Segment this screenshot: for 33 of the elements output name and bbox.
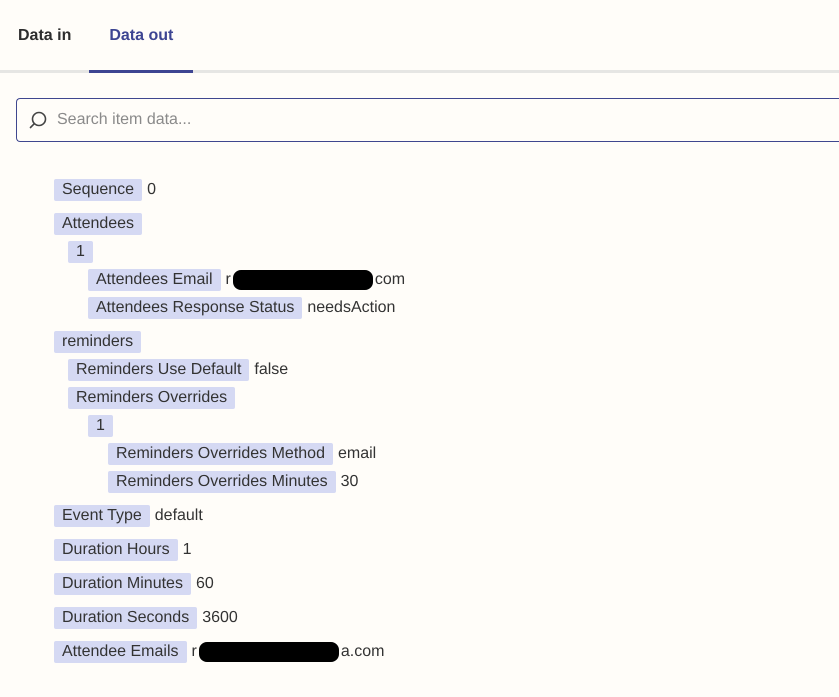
key-label: Duration Minutes	[54, 573, 191, 595]
value-text: a.com	[340, 642, 384, 662]
value-text: 1	[182, 540, 192, 560]
key-label: Reminders Use Default	[68, 359, 250, 381]
key-label: Duration Hours	[54, 539, 178, 561]
key-label: Attendees Response Status	[88, 297, 302, 319]
key-label: Event Type	[54, 505, 150, 527]
value-text: false	[254, 360, 288, 380]
value-text: 60	[196, 574, 214, 594]
value-text: r	[226, 270, 231, 290]
key-label: Reminders Overrides Method	[108, 443, 333, 465]
value-text: 0	[147, 180, 156, 200]
key-label: Attendees Email	[88, 269, 221, 291]
tab[interactable]: Data in	[0, 0, 90, 73]
value-text: com	[374, 270, 406, 290]
key-label: Attendees	[54, 213, 142, 235]
key-label: Attendee Emails	[54, 641, 187, 663]
value-text: needsAction	[307, 298, 396, 318]
tab[interactable]: Data out	[89, 0, 194, 73]
key-label: 1	[88, 415, 113, 437]
key-label: Reminders Overrides	[68, 387, 236, 409]
value-text: default	[154, 506, 203, 526]
key-label: Duration Seconds	[54, 607, 198, 629]
key-label: reminders	[54, 331, 142, 353]
key-label: Reminders Overrides Minutes	[108, 471, 336, 493]
search-field[interactable]: Search item data...	[16, 98, 839, 142]
key-label: 1	[68, 241, 93, 263]
key-label: Sequence	[54, 179, 142, 201]
value-text: r	[192, 642, 197, 662]
value-text: 30	[340, 472, 358, 492]
value-text: email	[338, 444, 376, 464]
value-text: 3600	[202, 608, 238, 628]
search-icon	[28, 110, 48, 130]
